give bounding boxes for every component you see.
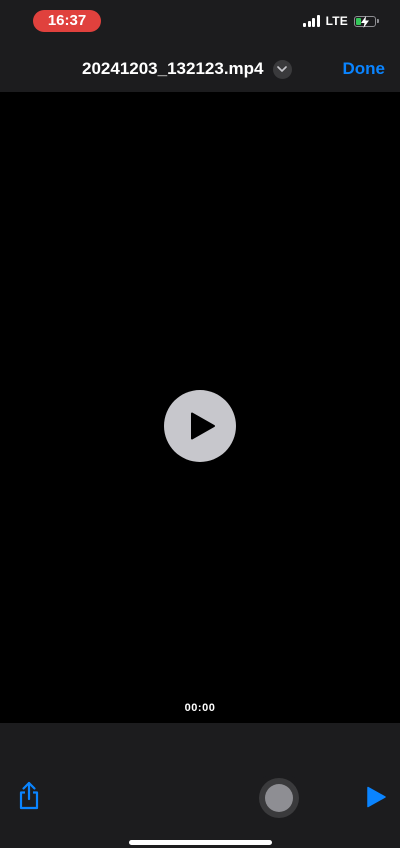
assistive-touch-icon[interactable] (257, 776, 301, 820)
navigation-bar: 20241203_132123.mp4 Done (0, 44, 400, 92)
battery-charging-icon (354, 15, 379, 28)
share-button[interactable] (15, 781, 43, 811)
video-viewer-screen: 16:37 LTE 20241203_132123.mp4 Done 00:00 (0, 0, 400, 848)
video-player[interactable]: 00:00 (0, 92, 400, 723)
network-type-label: LTE (325, 14, 348, 28)
signal-bars-icon (303, 15, 320, 27)
assistive-touch-inner (265, 784, 293, 812)
current-time-label: 00:00 (184, 702, 216, 714)
status-indicators: LTE (303, 14, 379, 28)
home-indicator[interactable] (129, 840, 272, 845)
status-time[interactable]: 16:37 (33, 10, 101, 32)
file-title-menu[interactable]: 20241203_132123.mp4 (82, 58, 292, 80)
done-button[interactable]: Done (343, 58, 386, 80)
chevron-down-icon[interactable] (272, 59, 292, 79)
play-icon (190, 412, 215, 440)
play-overlay-button[interactable] (164, 390, 236, 462)
status-bar: 16:37 LTE (0, 0, 400, 44)
bottom-toolbar (0, 723, 400, 848)
toolbar-play-button[interactable] (364, 785, 388, 809)
play-icon (367, 786, 386, 808)
bolt-icon (361, 15, 369, 28)
share-icon (19, 781, 39, 810)
file-title: 20241203_132123.mp4 (82, 59, 264, 78)
assistive-touch-outer (259, 778, 299, 818)
